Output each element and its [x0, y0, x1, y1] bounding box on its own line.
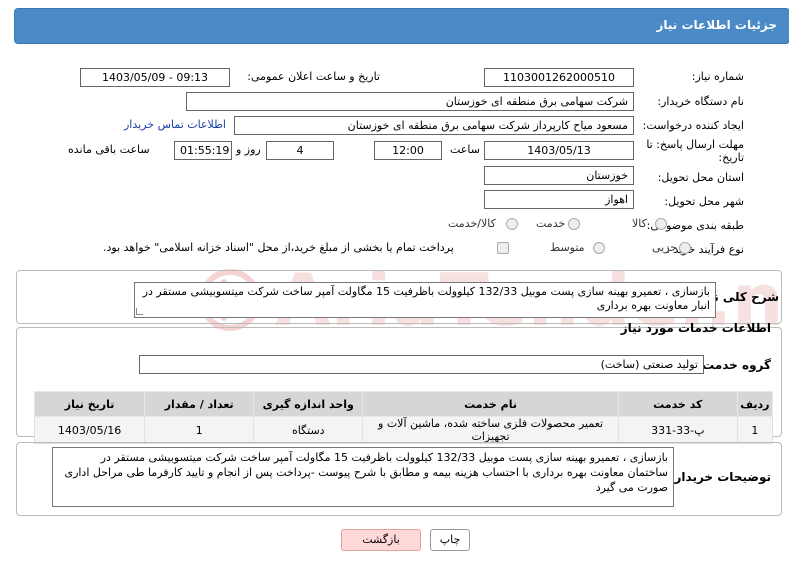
- buyer-notes-label: توضیحات خریدار:: [669, 470, 771, 484]
- cell-unit: دستگاه: [253, 416, 364, 444]
- buyer-org-field: شرکت سهامی برق منطقه ای خوزستان: [186, 92, 634, 111]
- creator-label: ایجاد کننده درخواست:: [642, 119, 744, 132]
- process-option-minor-radio[interactable]: [679, 242, 691, 254]
- announce-datetime-label: تاریخ و ساعت اعلان عمومی:: [247, 70, 380, 83]
- buyer-notes-textarea: بازسازی ، تعمیرو بهینه سازی پست موبیل 13…: [52, 447, 674, 507]
- remaining-time-field: 01:55:19: [174, 141, 232, 160]
- time-label: ساعت: [450, 143, 480, 156]
- page-title: جزئیات اطلاعات نیاز: [656, 18, 777, 32]
- services-table: ردیف کد خدمت نام خدمت واحد اندازه گیری ت…: [33, 391, 774, 444]
- summary-textarea[interactable]: بازسازی ، تعمیرو بهینه سازی پست موبیل 13…: [134, 282, 716, 318]
- city-field: اهواز: [484, 190, 634, 209]
- category-option-both-radio[interactable]: [506, 218, 518, 230]
- need-number-field: 1103001262000510: [484, 68, 634, 87]
- services-section-title: اطلاعات خدمات مورد نیاز: [620, 321, 771, 335]
- process-label: نوع فرآیند خرید :: [666, 243, 744, 256]
- treasury-payment-checkbox[interactable]: [497, 242, 509, 254]
- cell-service-code: پ-33-331: [617, 416, 738, 444]
- table-row: 1 پ-33-331 تعمیر محصولات فلزی ساخته شده،…: [33, 416, 774, 444]
- category-option-goods-label: کالا: [632, 217, 647, 230]
- remaining-days-field: 4: [266, 141, 334, 160]
- process-option-minor-label: جزیی: [652, 241, 678, 254]
- table-header-row: ردیف کد خدمت نام خدمت واحد اندازه گیری ت…: [33, 391, 774, 417]
- province-field: خوزستان: [484, 166, 634, 185]
- col-header-service-name: نام خدمت: [362, 391, 619, 417]
- col-header-service-code: کد خدمت: [617, 391, 738, 417]
- process-option-medium-radio[interactable]: [593, 242, 605, 254]
- deadline-label: مهلت ارسال پاسخ: تا: [646, 138, 744, 151]
- deadline-date-field: 1403/05/13: [484, 141, 634, 160]
- resize-handle[interactable]: [136, 308, 143, 315]
- remaining-time-label: ساعت باقی مانده: [68, 143, 150, 156]
- col-header-row-number: ردیف: [736, 391, 774, 417]
- need-number-label: شماره نیاز:: [691, 70, 744, 83]
- category-option-service-label: خدمت: [536, 217, 566, 230]
- print-button[interactable]: چاپ: [430, 529, 470, 551]
- col-header-quantity: تعداد / مقدار: [144, 391, 255, 417]
- back-button[interactable]: بازگشت: [341, 529, 421, 551]
- treasury-payment-note: پرداخت تمام یا بخشی از مبلغ خرید،از محل …: [103, 241, 454, 254]
- category-option-goods-radio[interactable]: [655, 218, 667, 230]
- header-bar: جزئیات اطلاعات نیاز: [14, 8, 789, 44]
- province-label: استان محل تحویل:: [657, 171, 744, 184]
- days-label: روز و: [236, 143, 261, 156]
- deadline-date-label: تاریخ:: [718, 151, 744, 164]
- category-option-both-label: کالا/خدمت: [448, 217, 496, 230]
- deadline-time-field: 12:00: [374, 141, 442, 160]
- buyer-contact-link[interactable]: اطلاعات تماس خریدار: [124, 118, 226, 131]
- process-option-medium-label: متوسط: [550, 241, 585, 254]
- city-label: شهر محل تحویل:: [664, 195, 744, 208]
- cell-quantity: 1: [144, 416, 255, 444]
- service-group-field: تولید صنعتی (ساخت): [139, 355, 704, 374]
- category-option-service-radio[interactable]: [568, 218, 580, 230]
- cell-service-name: تعمیر محصولات فلزی ساخته شده، ماشین آلات…: [362, 416, 619, 444]
- service-group-label: گروه خدمت:: [697, 358, 771, 372]
- cell-row-number: 1: [736, 416, 774, 444]
- creator-field: مسعود میاح کارپرداز شرکت سهامی برق منطقه…: [234, 116, 634, 135]
- col-header-need-date: تاریخ نیاز: [33, 391, 146, 417]
- col-header-unit: واحد اندازه گیری: [253, 391, 364, 417]
- announce-datetime-field: 1403/05/09 - 09:13: [80, 68, 230, 87]
- buyer-org-label: نام دستگاه خریدار:: [657, 95, 744, 108]
- cell-need-date: 1403/05/16: [33, 416, 146, 444]
